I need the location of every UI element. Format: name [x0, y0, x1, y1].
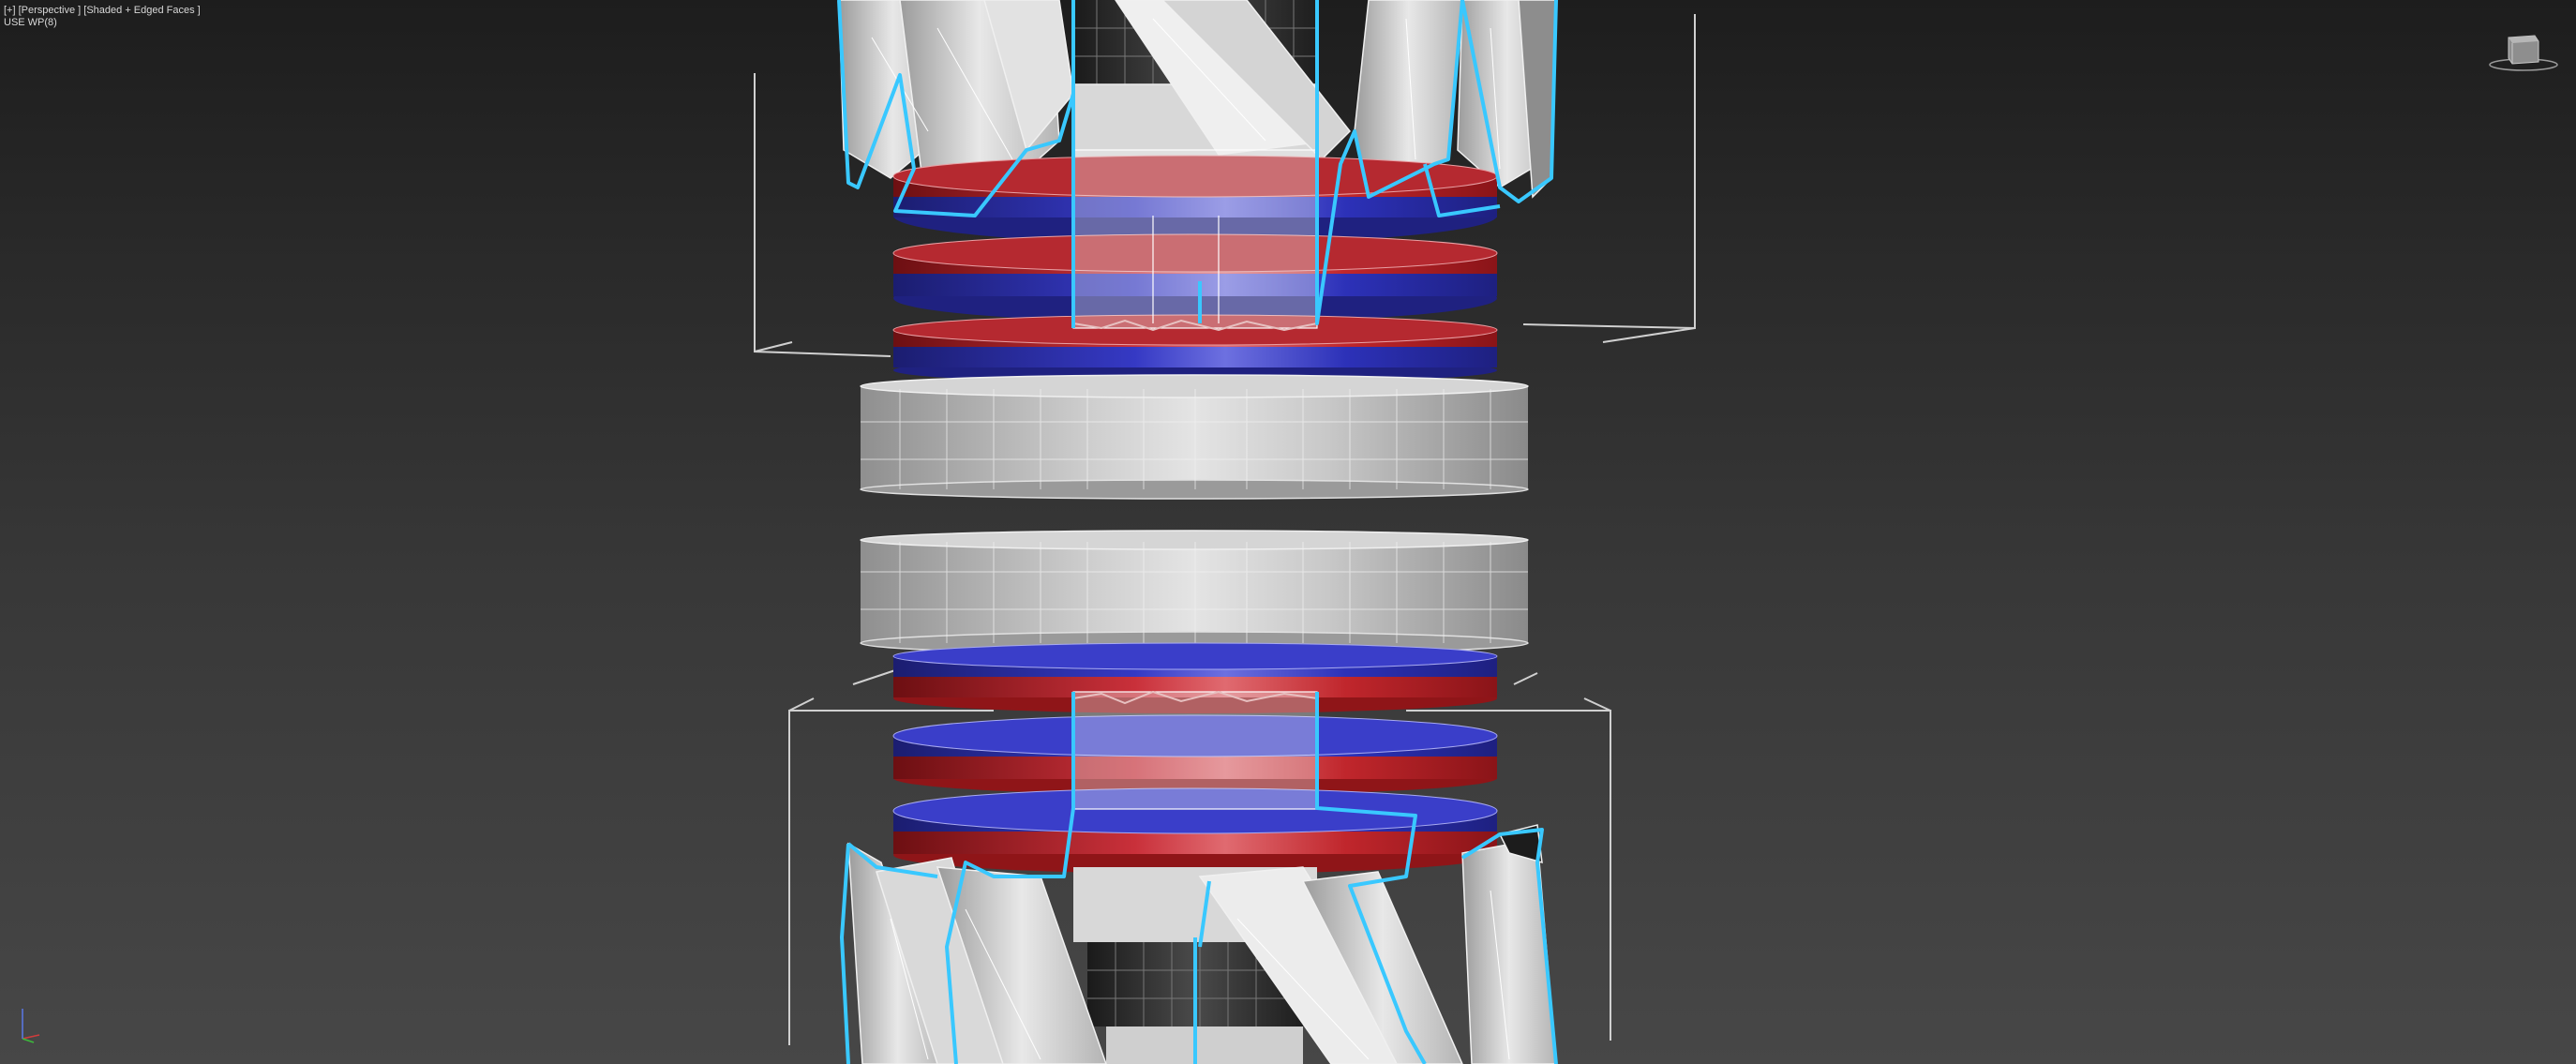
viewcube-icon[interactable]	[2486, 28, 2561, 75]
inner-bore-top	[1072, 149, 1318, 332]
stator-shell-upper[interactable]	[860, 374, 1529, 500]
inner-bore-bottom	[1072, 690, 1318, 810]
viewport-menu-label[interactable]: [+] [Perspective ] [Shaded + Edged Faces…	[4, 5, 201, 17]
workplane-status-label: USE WP(8)	[4, 17, 57, 28]
axis-tripod-icon	[22, 1009, 40, 1043]
3d-viewport[interactable]: [+] [Perspective ] [Shaded + Edged Faces…	[0, 0, 2576, 1064]
stator-shell-lower[interactable]	[860, 530, 1529, 655]
scene-render[interactable]	[0, 0, 2576, 1064]
